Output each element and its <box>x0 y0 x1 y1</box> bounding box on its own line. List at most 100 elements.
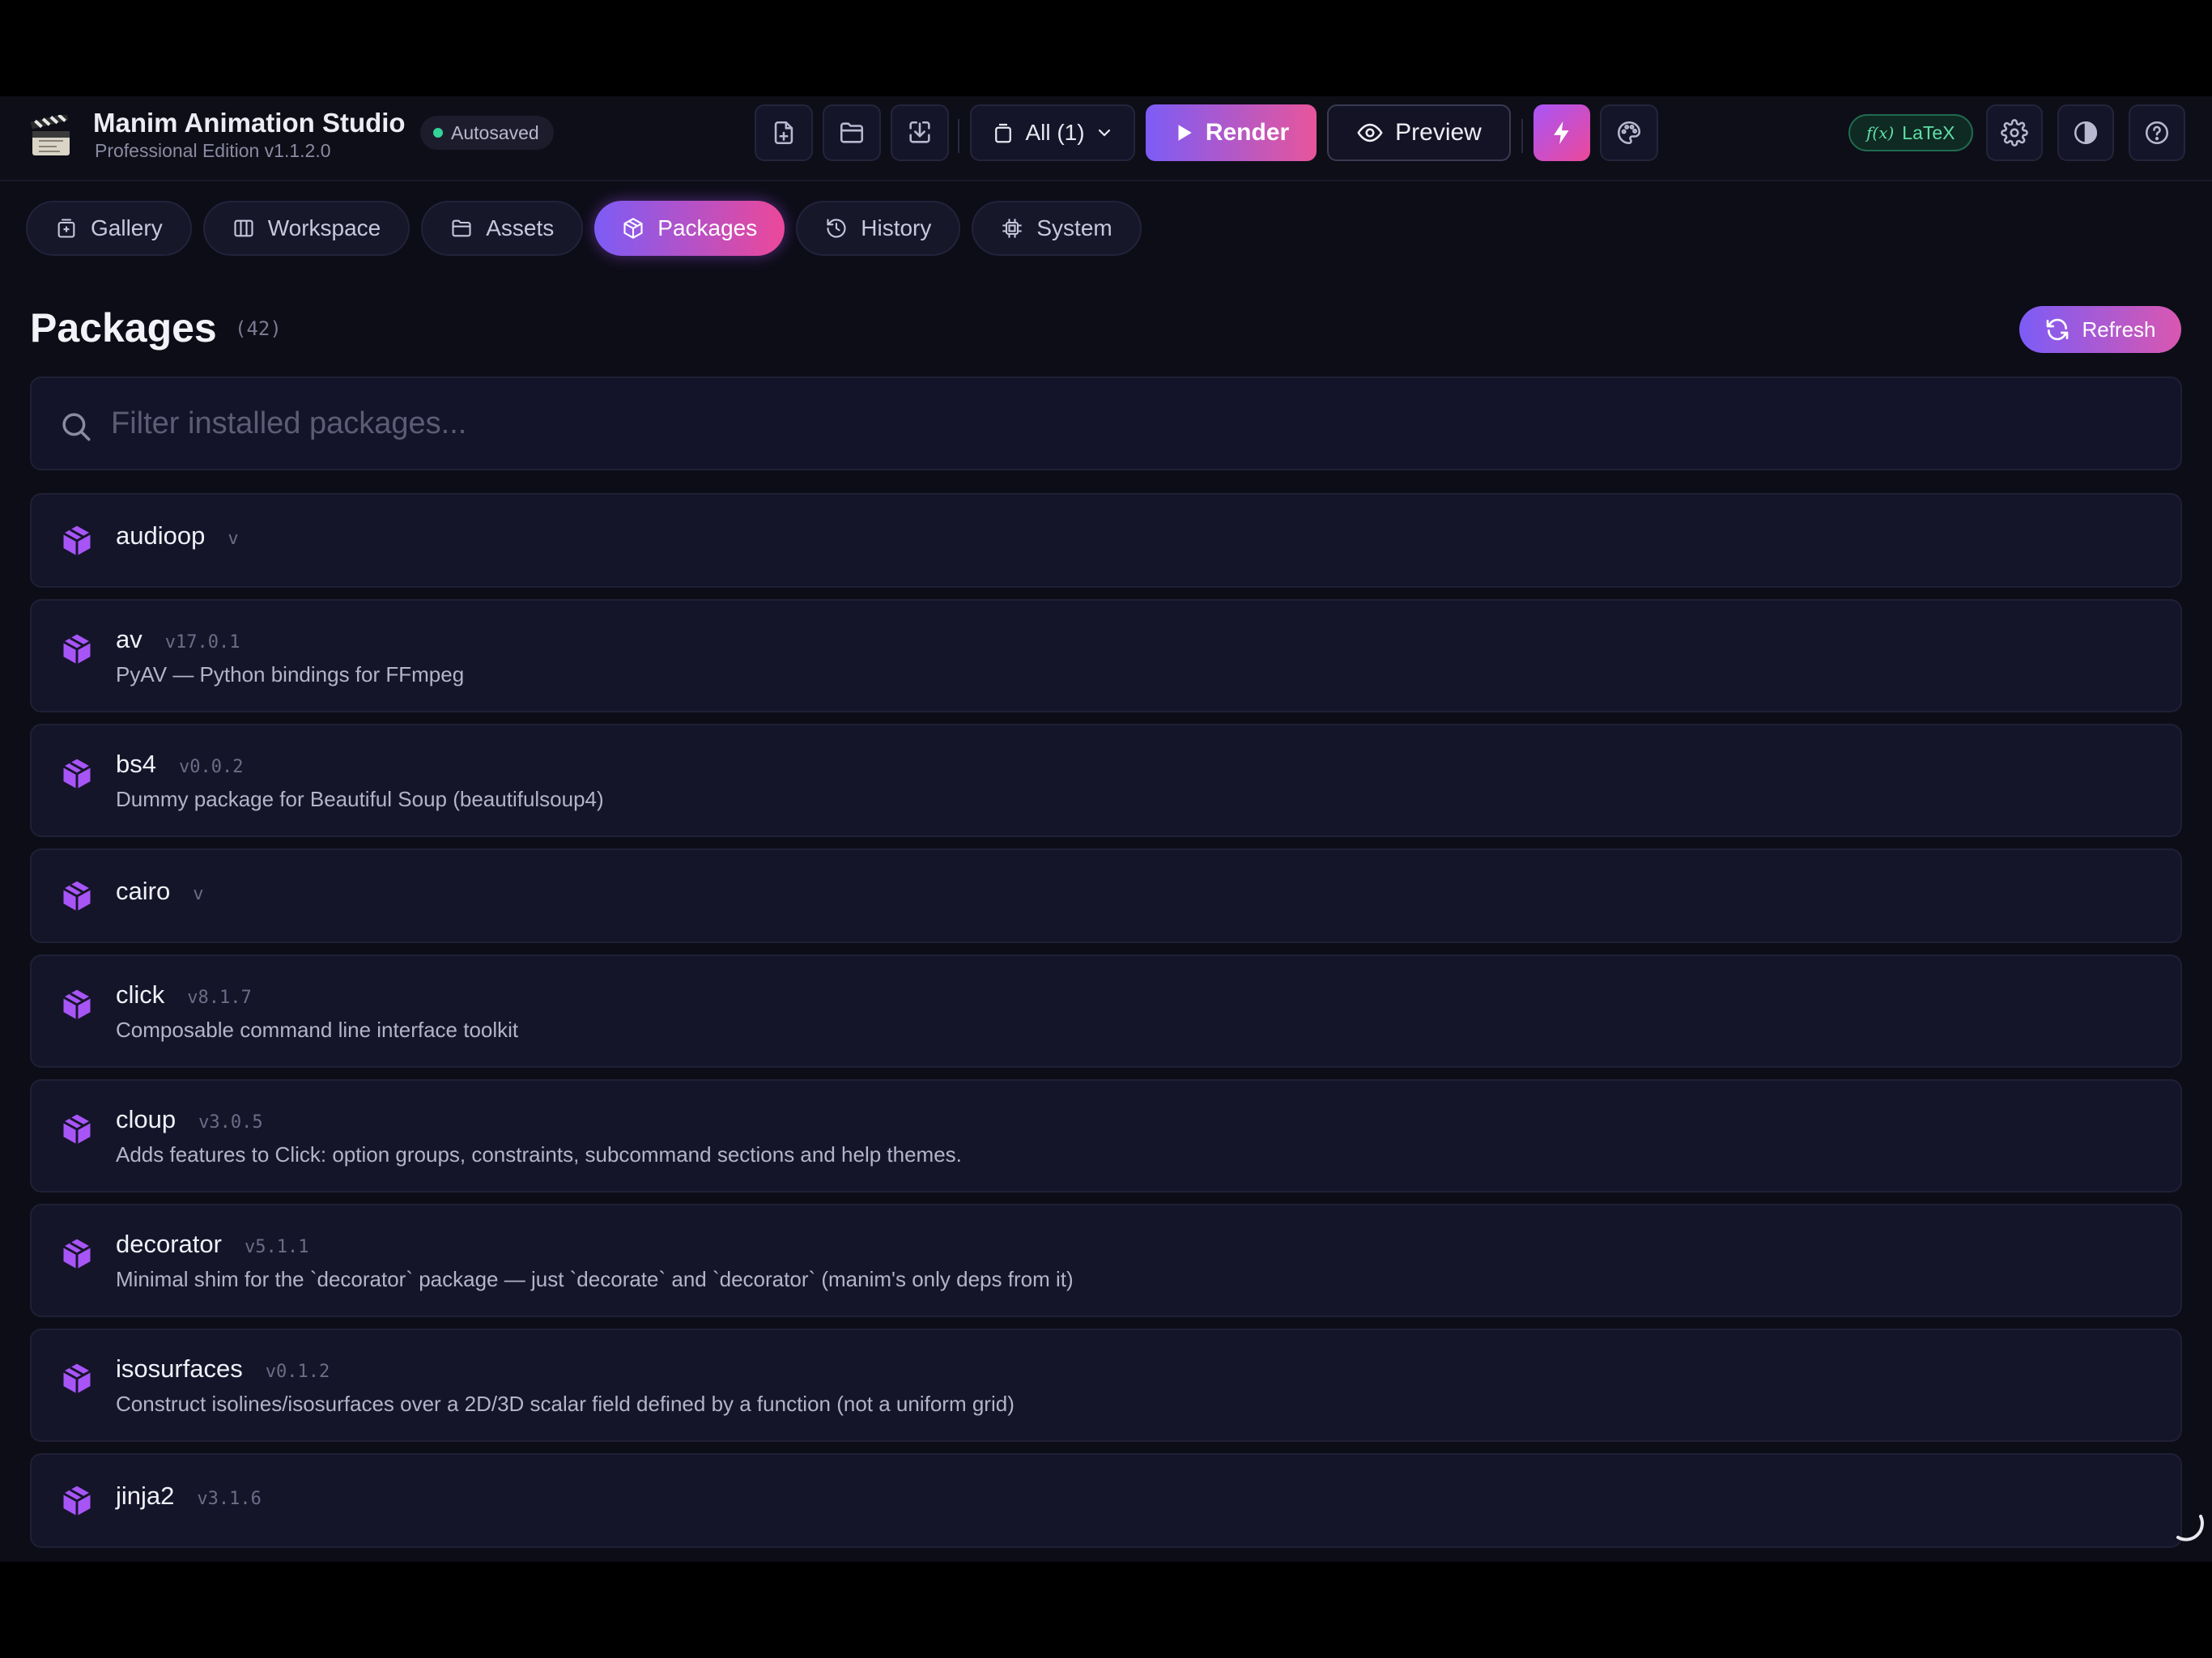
render-button[interactable]: Render <box>1146 104 1317 161</box>
gear-icon <box>2001 119 2028 147</box>
tab-history[interactable]: History <box>796 201 961 256</box>
status-dot-icon <box>433 128 443 138</box>
open-folder-button[interactable] <box>823 104 881 161</box>
theme-palette-button[interactable] <box>1600 104 1658 161</box>
chevron-down-icon <box>1098 129 1110 137</box>
package-description: Construct isolines/isosurfaces over a 2D… <box>116 1392 1015 1416</box>
package-icon <box>623 218 643 239</box>
package-name: decorator v5.1.1 <box>116 1230 308 1259</box>
package-name: isosurfaces v0.1.2 <box>116 1354 330 1384</box>
tab-assets[interactable]: Assets <box>421 201 584 256</box>
download-button[interactable] <box>891 104 949 161</box>
package-description: Composable command line interface toolki… <box>116 1018 519 1042</box>
package-version: v0.1.2 <box>265 1362 330 1382</box>
tab-label: Packages <box>657 215 758 240</box>
folder-icon <box>452 219 471 237</box>
package-description: PyAV — Python bindings for FFmpeg <box>116 662 465 687</box>
search-input[interactable] <box>111 378 2135 469</box>
top-bar: Manim Animation Studio Professional Edit… <box>0 96 2212 181</box>
layers-icon <box>995 123 1012 143</box>
page-title: Packages <box>30 305 217 351</box>
package-name-label: cairo <box>116 877 171 905</box>
package-row[interactable]: click v8.1.7 Composable command line inter… <box>30 954 2182 1068</box>
package-name-label: decorator <box>116 1230 222 1258</box>
package-version: v17.0.1 <box>164 632 240 653</box>
tab-workspace[interactable]: Workspace <box>202 201 410 256</box>
contrast-toggle-button[interactable] <box>2057 104 2114 161</box>
quick-action-button[interactable] <box>1534 104 1590 161</box>
package-row[interactable]: isosurfaces v0.1.2 Construct isolines/isos… <box>30 1329 2182 1442</box>
preview-button[interactable]: Preview <box>1327 104 1511 161</box>
function-icon: f(x) <box>1866 123 1895 142</box>
toolbar-divider <box>958 119 959 153</box>
settings-button[interactable] <box>1986 104 2043 161</box>
app-subtitle: Professional Edition v1.1.2.0 <box>95 140 331 161</box>
render-label: Render <box>1205 119 1290 146</box>
package-cube-icon <box>62 1486 91 1516</box>
tab-gallery[interactable]: Gallery <box>26 201 192 256</box>
autosave-label: Autosaved <box>451 121 539 143</box>
tab-system[interactable]: System <box>972 201 1142 256</box>
latex-label: LaTeX <box>1902 121 1955 143</box>
package-list: audioop v av v17.0.1 PyAV — Python bindings … <box>30 493 2182 1562</box>
lightning-icon <box>1554 121 1569 145</box>
package-name-label: bs4 <box>116 750 156 778</box>
new-file-icon <box>774 121 793 145</box>
preview-label: Preview <box>1395 119 1482 146</box>
main-tabs: Gallery Workspace Assets Packages Histor… <box>26 201 1142 256</box>
new-file-button[interactable] <box>755 104 813 161</box>
package-description: Adds features to Click: option groups, c… <box>116 1142 962 1167</box>
package-name: av v17.0.1 <box>116 625 240 654</box>
tab-packages[interactable]: Packages <box>594 201 785 256</box>
package-name: jinja2 v3.1.6 <box>116 1482 262 1511</box>
package-cube-icon <box>62 1239 91 1269</box>
package-name: click v8.1.7 <box>116 980 252 1010</box>
package-cube-icon <box>62 1114 91 1145</box>
package-name: cairo v <box>116 877 203 906</box>
help-button[interactable] <box>2129 104 2185 161</box>
columns-icon <box>234 219 253 237</box>
chip-icon <box>1002 219 1023 238</box>
latex-status-badge[interactable]: f(x) LaTeX <box>1848 114 1973 151</box>
tab-label: Assets <box>486 215 555 240</box>
package-cube-icon <box>62 1363 91 1394</box>
palette-icon <box>1617 121 1641 145</box>
tab-label: System <box>1036 215 1112 240</box>
refresh-button[interactable]: Refresh <box>2019 306 2181 353</box>
package-version: v5.1.1 <box>244 1237 309 1257</box>
package-row[interactable]: jinja2 v3.1.6 <box>30 1453 2182 1548</box>
package-row[interactable]: cairo v <box>30 848 2182 943</box>
scene-select-label: All (1) <box>1025 120 1085 145</box>
refresh-icon <box>2047 318 2069 341</box>
tab-label: Workspace <box>267 215 381 240</box>
package-version: v <box>228 529 239 549</box>
package-version: v3.0.5 <box>198 1112 263 1133</box>
package-name-label: click <box>116 980 165 1009</box>
package-name-label: jinja2 <box>116 1482 175 1510</box>
package-version: v3.1.6 <box>197 1489 262 1509</box>
package-count: (42) <box>235 317 282 340</box>
package-name-label: cloup <box>116 1105 177 1133</box>
package-version: v8.1.7 <box>187 988 252 1008</box>
contrast-icon <box>2074 121 2098 145</box>
package-row[interactable]: decorator v5.1.1 Minimal shim for the `dec… <box>30 1204 2182 1317</box>
package-description: Minimal shim for the `decorator` package… <box>116 1267 1074 1291</box>
package-row[interactable]: bs4 v0.0.2 Dummy package for Beautiful Sou… <box>30 724 2182 837</box>
package-row[interactable]: av v17.0.1 PyAV — Python bindings for FFmp… <box>30 599 2182 712</box>
clapperboard-logo-icon <box>30 115 70 155</box>
package-name: cloup v3.0.5 <box>116 1105 263 1134</box>
package-cube-icon <box>62 759 91 789</box>
search-icon <box>62 413 91 441</box>
download-icon <box>909 121 930 143</box>
app-window: Manim Animation Studio Professional Edit… <box>0 96 2212 1562</box>
package-name-label: audioop <box>116 521 206 550</box>
package-version: v0.0.2 <box>178 757 244 777</box>
package-row[interactable]: cloup v3.0.5 Adds features to Click: optio… <box>30 1079 2182 1192</box>
play-icon <box>1178 125 1192 141</box>
package-name: audioop v <box>116 521 239 551</box>
package-cube-icon <box>62 634 91 665</box>
package-row[interactable]: audioop v <box>30 493 2182 588</box>
package-version: v <box>193 884 204 904</box>
package-description: Dummy package for Beautiful Soup (beauti… <box>116 787 604 811</box>
scene-select-dropdown[interactable]: All (1) <box>970 104 1135 161</box>
